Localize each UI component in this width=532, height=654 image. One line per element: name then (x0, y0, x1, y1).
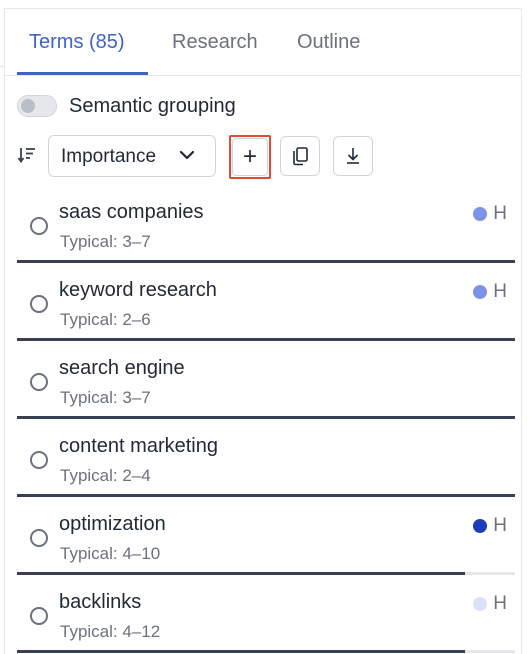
heading-badge: H (473, 203, 507, 225)
add-term-button-inner: + (232, 138, 268, 176)
term-radio[interactable] (30, 451, 48, 469)
add-term-button[interactable]: + (229, 135, 271, 179)
terms-panel: Terms (85) Research Outline Semantic gro… (4, 8, 522, 654)
active-tab-indicator (17, 72, 148, 75)
chevron-down-icon (179, 150, 195, 160)
term-name: backlinks (59, 591, 142, 613)
term-typical-range: Typical: 2–6 (60, 310, 151, 329)
term-typical-range: Typical: 2–4 (60, 466, 151, 485)
copy-icon (293, 147, 308, 166)
heading-badge-label: H (493, 281, 507, 302)
term-typical-range: Typical: 4–12 (60, 622, 161, 641)
semantic-grouping-label: Semantic grouping (69, 94, 236, 117)
semantic-grouping-row: Semantic grouping (17, 93, 236, 119)
heading-badge: H (473, 281, 507, 303)
tab-research[interactable]: Research (172, 31, 258, 54)
term-radio[interactable] (30, 529, 48, 547)
term-usage-fill (17, 650, 466, 653)
term-item[interactable]: optimization Typical: 4–10 H (17, 497, 515, 575)
term-typical-range: Typical: 4–10 (60, 544, 161, 563)
download-icon (347, 148, 359, 164)
heading-badge-label: H (493, 515, 507, 536)
term-name: search engine (59, 357, 185, 379)
plus-icon: + (242, 143, 257, 170)
semantic-grouping-toggle[interactable] (17, 95, 57, 117)
term-name: content marketing (59, 435, 218, 457)
terms-list: saas companies Typical: 3–7 H keyword re… (17, 185, 515, 653)
term-item[interactable]: saas companies Typical: 3–7 H (17, 185, 515, 263)
sort-select[interactable]: Importance (48, 135, 216, 177)
term-item[interactable]: keyword research Typical: 2–6 H (17, 263, 515, 341)
term-radio[interactable] (30, 373, 48, 391)
term-name: optimization (59, 513, 166, 535)
term-item[interactable]: backlinks Typical: 4–12 H (17, 575, 515, 653)
tab-terms[interactable]: Terms (85) (29, 31, 125, 54)
heading-dot-icon (473, 597, 488, 611)
term-typical-range: Typical: 3–7 (60, 232, 151, 251)
heading-badge-label: H (493, 203, 507, 224)
download-button[interactable] (333, 136, 373, 176)
term-usage-bar (17, 650, 515, 653)
term-item[interactable]: content marketing Typical: 2–4 (17, 419, 515, 497)
sort-select-value: Importance (61, 146, 157, 167)
term-name: saas companies (59, 201, 204, 223)
heading-dot-icon (473, 285, 488, 299)
heading-badge: H (473, 515, 507, 537)
toggle-knob (21, 99, 35, 113)
tab-outline[interactable]: Outline (297, 31, 360, 54)
heading-badge-label: H (493, 593, 507, 614)
term-name: keyword research (59, 279, 217, 301)
term-radio[interactable] (30, 607, 48, 625)
term-radio[interactable] (30, 217, 48, 235)
copy-button[interactable] (280, 136, 320, 176)
tab-bar: Terms (85) Research Outline (5, 9, 521, 76)
term-typical-range: Typical: 3–7 (60, 388, 151, 407)
term-item[interactable]: search engine Typical: 3–7 (17, 341, 515, 419)
heading-dot-icon (473, 207, 488, 221)
heading-badge: H (473, 593, 507, 615)
heading-dot-icon (473, 519, 488, 533)
term-radio[interactable] (30, 295, 48, 313)
sort-icon[interactable] (17, 145, 37, 165)
